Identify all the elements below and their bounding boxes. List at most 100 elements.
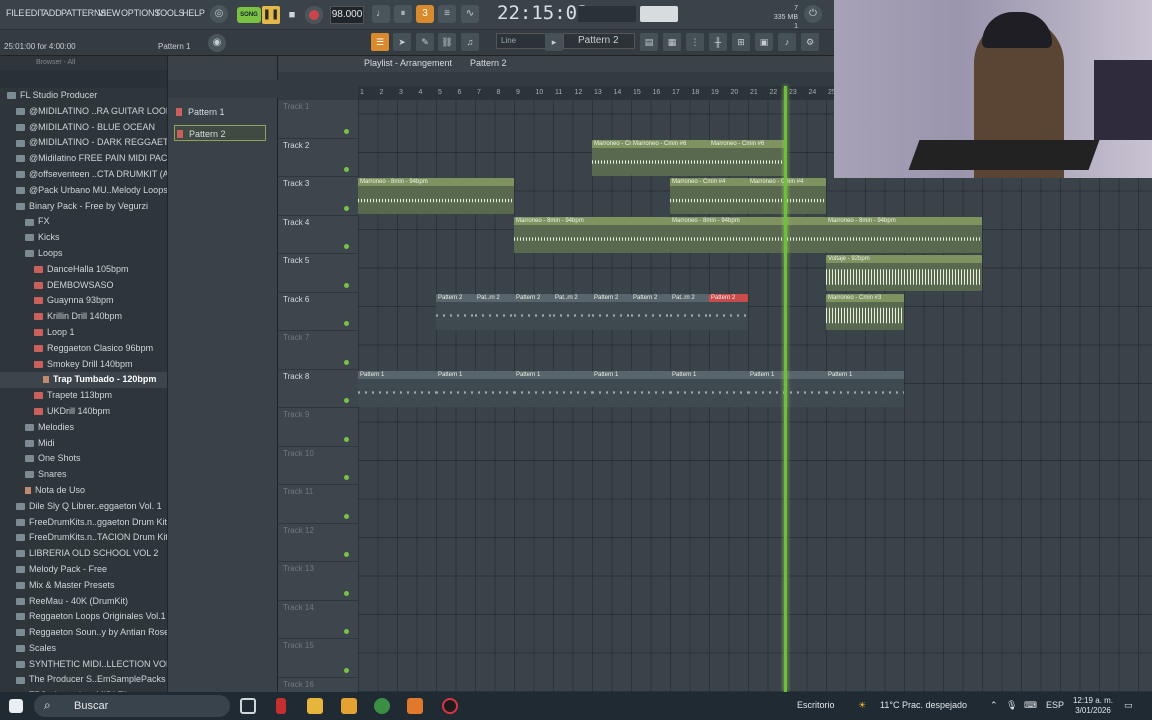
browser-item[interactable]: DEMBOWSASO (0, 278, 167, 294)
browser-item[interactable]: FL Studio Producer (0, 88, 167, 104)
track-mute-led[interactable] (344, 359, 349, 365)
browser-item[interactable]: Midi (0, 436, 167, 452)
microphone-icon[interactable]: 🎙 (1006, 700, 1017, 711)
song-mode-button[interactable]: SONG (237, 7, 261, 23)
pencil-icon[interactable]: ✎ (416, 33, 434, 51)
track-header[interactable]: Track 7 (278, 331, 358, 370)
app-red-icon[interactable] (276, 698, 286, 714)
taskbar-clock[interactable]: 12:19 a. m. 3/01/2026 (1068, 696, 1118, 716)
online-icon[interactable]: ⏻ (804, 5, 822, 23)
settings-icon[interactable]: ⚙ (801, 33, 819, 51)
track-header[interactable]: Track 14 (278, 601, 358, 639)
browser-item[interactable]: @Midilatino FREE PAIN MIDI PACK (0, 151, 167, 167)
piano-icon[interactable]: ♫ (461, 33, 479, 51)
track-header[interactable]: Track 12 (278, 524, 358, 562)
pattern-clip[interactable]: Pattern 1 (514, 370, 592, 407)
keyboard-icon[interactable]: ⌨ (1024, 700, 1037, 711)
record-button[interactable] (305, 6, 323, 24)
browser-item[interactable]: Nota de Uso (0, 483, 167, 499)
notification-icon[interactable]: ▭ (1124, 700, 1133, 711)
obs-icon[interactable] (442, 698, 458, 714)
track-mute-led[interactable] (344, 321, 349, 326)
browser-item[interactable]: @MIDILATINO - DARK REGGAETON (0, 135, 167, 151)
pattern-clip[interactable]: Pat..rn 2 (553, 293, 592, 330)
menu-view[interactable]: VIEW (98, 8, 120, 18)
browser-item[interactable]: Loops (0, 246, 167, 262)
track-mute-led[interactable] (344, 590, 349, 596)
browser-item[interactable]: UKDrill 140bpm (0, 404, 167, 420)
blend-recording-icon[interactable]: ∿ (461, 5, 479, 23)
language-indicator[interactable]: ESP (1046, 700, 1064, 710)
browser-item[interactable]: The Producer S..EmSamplePacks (0, 672, 167, 688)
playlist-view-icon[interactable]: ☰ (371, 33, 389, 51)
audio-clip[interactable]: Marroneo - Cmin #6 (709, 139, 787, 176)
track-mute-led[interactable] (344, 436, 349, 442)
desktop-label[interactable]: Escritorio (797, 700, 835, 710)
track-mute-led[interactable] (344, 552, 349, 557)
menu-edit[interactable]: EDIT (25, 8, 45, 18)
browser-item[interactable]: Reggaeton Loops Originales Vol.1 (0, 609, 167, 625)
browser-icon[interactable]: ⊞ (732, 33, 750, 51)
track-mute-led[interactable] (344, 629, 349, 634)
pattern-clip[interactable]: Pattern 1 (748, 370, 826, 407)
picker-pattern-2[interactable]: Pattern 2 (174, 125, 266, 141)
audio-clip[interactable]: Marroneo - Cmin #4 (748, 178, 826, 214)
browser-item[interactable]: DanceHalla 105bpm (0, 262, 167, 278)
fl-studio-icon[interactable] (407, 698, 423, 714)
snap-selector[interactable]: Line (496, 33, 546, 49)
channel-rack-icon[interactable]: ▤ (640, 33, 658, 51)
browser-item[interactable]: Guaynna 93bpm (0, 293, 167, 309)
browser-item[interactable]: Krillin Drill 140bpm (0, 309, 167, 325)
track-header[interactable]: Track 8 (278, 370, 358, 408)
weather-text[interactable]: 11°C Prac. despejado (880, 700, 967, 710)
browser-item[interactable]: Melody Pack - Free (0, 562, 167, 578)
browser-item[interactable]: Reggaeton Soun..y by Antian Rose (0, 625, 167, 641)
taskbar-search[interactable]: Buscar (34, 695, 230, 717)
track-header[interactable]: Track 5 (278, 254, 358, 293)
track-header[interactable]: Track 13 (278, 562, 358, 601)
stop-button[interactable]: ■ (283, 6, 301, 24)
browser-item[interactable]: SYNTHETIC MIDI..LLECTION VOL. 3 (0, 657, 167, 673)
tempo-display[interactable]: 98.000 (330, 6, 364, 24)
pattern-clip[interactable]: Pattern 1 (436, 370, 514, 407)
picker-pattern-1[interactable]: Pattern 1 (174, 104, 266, 120)
track-mute-led[interactable] (344, 667, 349, 673)
audio-clip[interactable]: Voltaje - 92bpm (826, 255, 982, 291)
browser-item[interactable]: Binary Pack - Free by Vegurzi (0, 199, 167, 215)
browser-item[interactable]: FreeDrumKits.n..ggaeton Drum Kit (0, 515, 167, 531)
track-header[interactable]: Track 4 (278, 216, 358, 254)
pattern-clip[interactable]: Pattern 1 (670, 370, 748, 407)
pattern-clip[interactable]: Pattern 1 (358, 370, 436, 407)
browser-item[interactable]: Reggaeton Clasico 96bpm (0, 341, 167, 357)
pattern-clip[interactable]: Pattern 2 (436, 293, 475, 330)
main-pitch-knob-icon[interactable]: ◉ (208, 34, 226, 52)
browser-item[interactable]: Kicks (0, 230, 167, 246)
browser-item[interactable]: ReeMau - 40K (DrumKit) (0, 594, 167, 610)
track-mute-led[interactable] (344, 513, 349, 519)
menu-help[interactable]: HELP (182, 8, 205, 18)
countdown-icon[interactable]: 3 (416, 5, 434, 23)
browser-item[interactable]: Melodies (0, 420, 167, 436)
audio-clip[interactable]: Marroneo - 8min - 94bpm (514, 216, 670, 253)
track-header[interactable]: Track 10 (278, 447, 358, 485)
metronome-icon[interactable]: ♩ (372, 5, 390, 23)
browser-item[interactable]: @offseventeen ..CTA DRUMKIT (A) (0, 167, 167, 183)
track-header[interactable]: Track 2 (278, 139, 358, 177)
track-mute-led[interactable] (344, 167, 349, 172)
file-explorer-icon[interactable] (307, 698, 323, 714)
plugin-database-icon[interactable]: ▣ (755, 33, 773, 51)
windows-start-icon[interactable] (9, 699, 23, 713)
pattern-clip[interactable]: Pattern 2 (514, 293, 553, 330)
audio-clip[interactable]: Marroneo - Cmin #6 (631, 139, 709, 176)
track-header[interactable]: Track 15 (278, 639, 358, 678)
pattern-selector[interactable]: Pattern 2 (563, 33, 635, 49)
track-header[interactable]: Track 3 (278, 177, 358, 216)
pattern-clip[interactable]: Pattern 2 (592, 293, 631, 330)
mic-icon[interactable]: ♪ (778, 33, 796, 51)
audio-clip[interactable]: Marroneo - Cmin #6 (592, 139, 631, 176)
playhead-marker[interactable] (784, 86, 787, 692)
browser-item[interactable]: @MIDILATINO ..RA GUITAR LOOPS (0, 104, 167, 120)
arrangement-grid[interactable]: Marroneo - Cmin #6Marroneo - Cmin #6Marr… (358, 100, 1152, 692)
mixer-faders-icon[interactable]: ╫ (709, 33, 727, 51)
browser-item[interactable]: Loop 1 (0, 325, 167, 341)
